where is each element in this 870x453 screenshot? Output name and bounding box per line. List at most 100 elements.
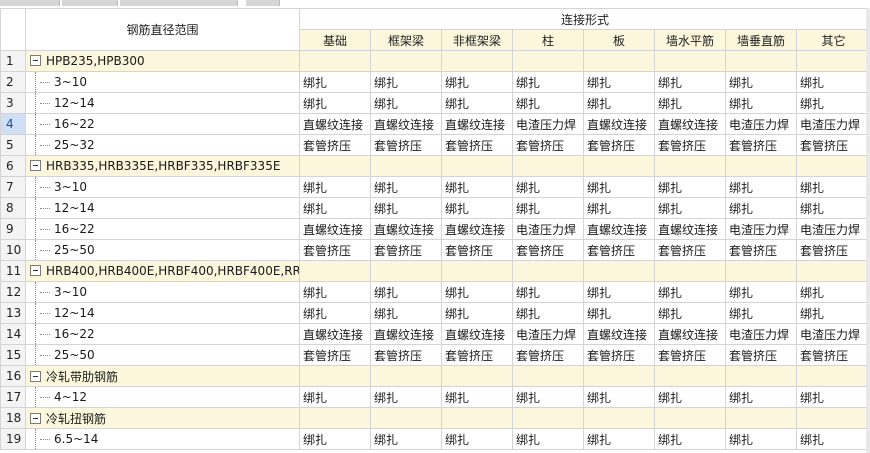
table-group-row[interactable]: 6 HRB335,HRB335E,HRBF335,HRBF335E bbox=[0, 155, 870, 177]
header-range[interactable]: 钢筋直径范围 bbox=[25, 8, 300, 51]
connection-cell[interactable]: 绑扎 bbox=[654, 302, 726, 324]
table-row[interactable]: 2 3~10 绑扎 绑扎 绑扎 绑扎 绑扎 绑扎 绑扎 绑扎 bbox=[0, 71, 870, 93]
header-col-6[interactable]: 墙水平筋 bbox=[654, 29, 726, 51]
connection-cell[interactable]: 绑扎 bbox=[441, 92, 513, 114]
connection-cell[interactable] bbox=[795, 407, 870, 429]
connection-cell[interactable]: 电渣压力焊 bbox=[725, 113, 797, 135]
row-number[interactable]: 19 bbox=[0, 428, 26, 450]
connection-cell[interactable]: 绑扎 bbox=[583, 92, 655, 114]
row-number[interactable]: 15 bbox=[0, 344, 26, 366]
connection-cell[interactable]: 直螺纹连接 bbox=[441, 323, 513, 345]
connection-cell[interactable]: 绑扎 bbox=[512, 386, 584, 408]
connection-cell[interactable] bbox=[583, 407, 655, 429]
tab-2[interactable] bbox=[62, 0, 118, 6]
connection-cell[interactable] bbox=[441, 50, 513, 72]
connection-cell[interactable] bbox=[299, 365, 371, 387]
table-row[interactable]: 14 16~22 直螺纹连接 直螺纹连接 直螺纹连接 电渣压力焊 直螺纹连接 直螺纹连接 电渣压… bbox=[0, 323, 870, 345]
connection-cell[interactable]: 绑扎 bbox=[512, 302, 584, 324]
connection-cell[interactable]: 电渣压力焊 bbox=[725, 323, 797, 345]
connection-cell[interactable]: 套管挤压 bbox=[512, 239, 584, 261]
connection-cell[interactable]: 绑扎 bbox=[583, 197, 655, 219]
connection-cell[interactable]: 绑扎 bbox=[583, 428, 655, 450]
range-cell[interactable]: 12~14 bbox=[25, 197, 300, 219]
connection-cell[interactable] bbox=[299, 407, 371, 429]
connection-cell[interactable]: 绑扎 bbox=[512, 176, 584, 198]
connection-cell[interactable]: 绑扎 bbox=[795, 176, 870, 198]
connection-cell[interactable]: 直螺纹连接 bbox=[370, 113, 442, 135]
connection-cell[interactable] bbox=[512, 407, 584, 429]
header-col-5[interactable]: 板 bbox=[583, 29, 655, 51]
connection-cell[interactable] bbox=[795, 365, 870, 387]
connection-cell[interactable]: 直螺纹连接 bbox=[441, 113, 513, 135]
range-cell[interactable]: 16~22 bbox=[25, 113, 300, 135]
range-cell[interactable]: 16~22 bbox=[25, 218, 300, 240]
connection-cell[interactable] bbox=[512, 365, 584, 387]
connection-cell[interactable]: 直螺纹连接 bbox=[654, 323, 726, 345]
connection-cell[interactable]: 绑扎 bbox=[725, 281, 797, 303]
table-row[interactable]: 3 12~14 绑扎 绑扎 绑扎 绑扎 绑扎 绑扎 绑扎 绑扎 bbox=[0, 92, 870, 114]
connection-cell[interactable] bbox=[583, 260, 655, 282]
connection-cell[interactable] bbox=[725, 155, 797, 177]
connection-cell[interactable]: 绑扎 bbox=[795, 197, 870, 219]
connection-cell[interactable]: 电渣压力焊 bbox=[725, 218, 797, 240]
row-number[interactable]: 14 bbox=[0, 323, 26, 345]
connection-cell[interactable]: 直螺纹连接 bbox=[583, 218, 655, 240]
connection-cell[interactable]: 绑扎 bbox=[725, 428, 797, 450]
connection-cell[interactable] bbox=[654, 260, 726, 282]
connection-cell[interactable]: 绑扎 bbox=[370, 71, 442, 93]
connection-cell[interactable]: 直螺纹连接 bbox=[583, 323, 655, 345]
connection-cell[interactable]: 绑扎 bbox=[512, 428, 584, 450]
connection-cell[interactable]: 绑扎 bbox=[654, 92, 726, 114]
range-cell[interactable]: 25~32 bbox=[25, 134, 300, 156]
range-cell[interactable]: 25~50 bbox=[25, 239, 300, 261]
connection-cell[interactable]: 绑扎 bbox=[725, 92, 797, 114]
connection-cell[interactable] bbox=[370, 155, 442, 177]
corner-cell[interactable] bbox=[0, 8, 26, 51]
connection-cell[interactable] bbox=[512, 50, 584, 72]
connection-cell[interactable] bbox=[299, 260, 371, 282]
row-number[interactable]: 8 bbox=[0, 197, 26, 219]
connection-cell[interactable]: 绑扎 bbox=[370, 428, 442, 450]
header-col-7[interactable]: 墙垂直筋 bbox=[725, 29, 797, 51]
connection-cell[interactable]: 直螺纹连接 bbox=[299, 323, 371, 345]
group-label-cell[interactable]: 冷轧带肋钢筋 bbox=[25, 365, 300, 387]
connection-cell[interactable] bbox=[370, 407, 442, 429]
connection-cell[interactable]: 直螺纹连接 bbox=[370, 218, 442, 240]
connection-cell[interactable] bbox=[725, 407, 797, 429]
connection-cell[interactable]: 绑扎 bbox=[370, 92, 442, 114]
connection-cell[interactable] bbox=[370, 365, 442, 387]
table-row[interactable]: 15 25~50 套管挤压 套管挤压 套管挤压 套管挤压 套管挤压 套管挤压 套管挤压 套管挤压 bbox=[0, 344, 870, 366]
table-row[interactable]: 12 3~10 绑扎 绑扎 绑扎 绑扎 绑扎 绑扎 绑扎 绑扎 bbox=[0, 281, 870, 303]
connection-cell[interactable]: 绑扎 bbox=[512, 197, 584, 219]
tab-4[interactable] bbox=[246, 0, 280, 6]
collapse-toggle-icon[interactable] bbox=[30, 370, 41, 382]
connection-cell[interactable]: 绑扎 bbox=[725, 302, 797, 324]
connection-cell[interactable]: 套管挤压 bbox=[299, 344, 371, 366]
connection-cell[interactable]: 绑扎 bbox=[370, 176, 442, 198]
connection-cell[interactable]: 套管挤压 bbox=[654, 239, 726, 261]
row-number[interactable]: 3 bbox=[0, 92, 26, 114]
connection-cell[interactable]: 套管挤压 bbox=[370, 344, 442, 366]
connection-cell[interactable]: 绑扎 bbox=[299, 386, 371, 408]
connection-cell[interactable]: 绑扎 bbox=[441, 176, 513, 198]
connection-cell[interactable]: 绑扎 bbox=[795, 92, 870, 114]
connection-cell[interactable] bbox=[370, 50, 442, 72]
collapse-toggle-icon[interactable] bbox=[30, 55, 41, 66]
connection-cell[interactable]: 绑扎 bbox=[299, 197, 371, 219]
group-label-cell[interactable]: HRB335,HRB335E,HRBF335,HRBF335E bbox=[25, 155, 300, 177]
connection-cell[interactable]: 套管挤压 bbox=[725, 344, 797, 366]
header-col-4[interactable]: 柱 bbox=[512, 29, 584, 51]
connection-cell[interactable]: 套管挤压 bbox=[795, 134, 870, 156]
connection-cell[interactable]: 套管挤压 bbox=[441, 344, 513, 366]
connection-cell[interactable]: 套管挤压 bbox=[725, 134, 797, 156]
row-number[interactable]: 10 bbox=[0, 239, 26, 261]
row-number[interactable]: 13 bbox=[0, 302, 26, 324]
connection-cell[interactable] bbox=[725, 365, 797, 387]
connection-cell[interactable] bbox=[654, 155, 726, 177]
range-cell[interactable]: 3~10 bbox=[25, 176, 300, 198]
connection-cell[interactable] bbox=[299, 155, 371, 177]
connection-cell[interactable]: 绑扎 bbox=[583, 386, 655, 408]
connection-cell[interactable] bbox=[583, 50, 655, 72]
connection-cell[interactable]: 绑扎 bbox=[654, 281, 726, 303]
connection-cell[interactable]: 绑扎 bbox=[654, 176, 726, 198]
